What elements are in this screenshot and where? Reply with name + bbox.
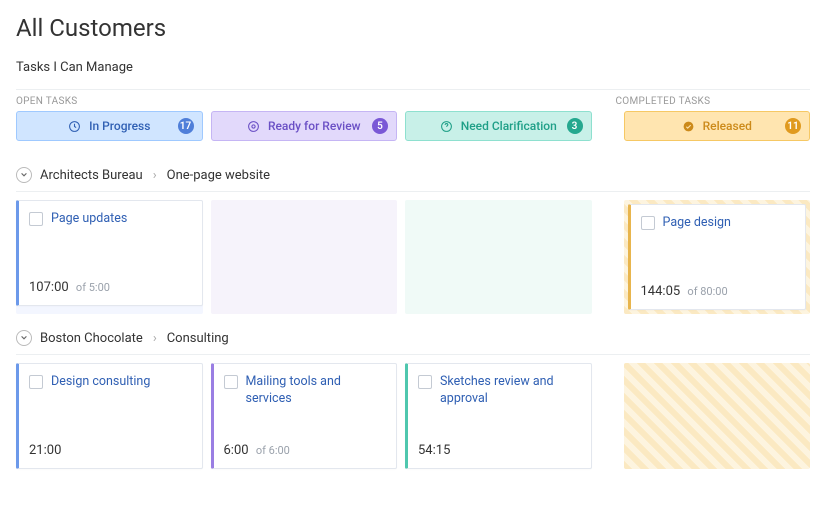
group-header: Architects Bureau › One-page website <box>16 161 810 192</box>
column-label: Released <box>703 119 752 133</box>
chevron-right-icon: › <box>153 168 157 183</box>
slot-clarify-empty <box>405 200 592 314</box>
task-card[interactable]: Page updates 107:00 of 5:00 <box>16 200 203 306</box>
open-tasks-label: OPEN TASKS <box>16 96 600 107</box>
expand-toggle[interactable] <box>16 167 32 183</box>
column-count: 11 <box>785 118 801 134</box>
task-title[interactable]: Page updates <box>51 211 127 228</box>
check-circle-icon <box>682 120 695 133</box>
column-released[interactable]: Released 11 <box>624 111 811 141</box>
column-count: 17 <box>178 118 194 134</box>
slot-review: Mailing tools and services 6:00 of 6:00 <box>211 363 398 469</box>
group-project[interactable]: Consulting <box>167 331 229 346</box>
slot-released: Page design 144:05 of 80:00 <box>624 200 811 314</box>
task-checkbox[interactable] <box>641 216 655 230</box>
column-count: 5 <box>372 118 388 134</box>
chevron-right-icon: › <box>153 331 157 346</box>
slot-clarify: Sketches review and approval 54:15 <box>405 363 592 469</box>
column-label: Ready for Review <box>268 119 361 133</box>
completed-tasks-label: COMPLETED TASKS <box>616 96 811 107</box>
task-time: 144:05 of 80:00 <box>641 284 794 299</box>
group: Architects Bureau › One-page website Pag… <box>16 161 810 314</box>
page-title: All Customers <box>16 14 810 42</box>
subtitle: Tasks I Can Manage <box>16 60 810 75</box>
task-time: 21:00 <box>29 443 190 458</box>
group-header: Boston Chocolate › Consulting <box>16 324 810 355</box>
task-checkbox[interactable] <box>29 375 43 389</box>
slot-review-empty <box>211 200 398 314</box>
expand-toggle[interactable] <box>16 330 32 346</box>
task-title[interactable]: Design consulting <box>51 374 150 391</box>
eye-icon <box>247 120 260 133</box>
task-checkbox[interactable] <box>224 375 238 389</box>
group-customer[interactable]: Architects Bureau <box>40 168 143 183</box>
task-time: 107:00 of 5:00 <box>29 280 190 295</box>
group-customer[interactable]: Boston Chocolate <box>40 331 143 346</box>
question-icon <box>440 120 453 133</box>
column-in-progress[interactable]: In Progress 17 <box>16 111 203 141</box>
clock-icon <box>68 120 81 133</box>
task-time: 6:00 of 6:00 <box>224 443 385 458</box>
slot-released-empty <box>624 363 811 469</box>
column-label: In Progress <box>89 119 150 133</box>
task-checkbox[interactable] <box>29 212 43 226</box>
column-count: 3 <box>567 118 583 134</box>
task-card[interactable]: Mailing tools and services 6:00 of 6:00 <box>211 363 398 469</box>
column-need-clarification[interactable]: Need Clarification 3 <box>405 111 592 141</box>
task-card[interactable]: Design consulting 21:00 <box>16 363 203 469</box>
group-project[interactable]: One-page website <box>167 168 270 183</box>
task-checkbox[interactable] <box>418 375 432 389</box>
slot-in-progress: Page updates 107:00 of 5:00 <box>16 200 203 314</box>
column-label: Need Clarification <box>461 119 557 133</box>
task-time: 54:15 <box>418 443 579 458</box>
group: Boston Chocolate › Consulting Design con… <box>16 324 810 469</box>
task-title[interactable]: Page design <box>663 215 731 232</box>
column-ready-for-review[interactable]: Ready for Review 5 <box>211 111 398 141</box>
task-card[interactable]: Sketches review and approval 54:15 <box>405 363 592 469</box>
slot-in-progress: Design consulting 21:00 <box>16 363 203 469</box>
task-title[interactable]: Sketches review and approval <box>440 374 579 408</box>
task-card[interactable]: Page design 144:05 of 80:00 <box>628 204 807 310</box>
task-title[interactable]: Mailing tools and services <box>246 374 385 408</box>
